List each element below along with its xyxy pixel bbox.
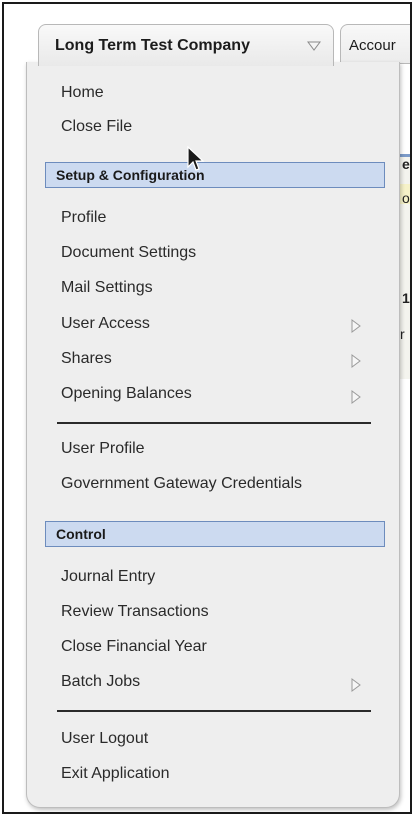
- section-header-setup: Setup & Configuration: [45, 162, 385, 188]
- company-menu-tab[interactable]: Long Term Test Company: [38, 24, 334, 66]
- menu-item-review-transactions[interactable]: Review Transactions: [61, 603, 209, 621]
- submenu-arrow-icon: [351, 390, 361, 404]
- menu-item-profile[interactable]: Profile: [61, 209, 106, 227]
- submenu-arrow-icon: [351, 319, 361, 333]
- menu-item-mail-settings[interactable]: Mail Settings: [61, 279, 153, 297]
- app-window: es o 1 r Long Term Test Company Accour H…: [2, 2, 412, 814]
- menu-item-user-profile[interactable]: User Profile: [61, 440, 145, 458]
- tab-accounts-label: Accour: [349, 37, 396, 54]
- tab-bar: Long Term Test Company Accour: [4, 4, 410, 66]
- company-name: Long Term Test Company: [55, 37, 250, 54]
- submenu-arrow-icon: [351, 354, 361, 368]
- menu-item-journal-entry[interactable]: Journal Entry: [61, 568, 155, 586]
- section-header-control: Control: [45, 521, 385, 547]
- submenu-arrow-icon: [351, 678, 361, 692]
- dropdown-arrow-icon[interactable]: [307, 41, 321, 51]
- menu-item-opening-balances[interactable]: Opening Balances: [61, 385, 192, 403]
- background-fragment-2: o: [402, 190, 410, 206]
- section-header-setup-label: Setup & Configuration: [56, 167, 205, 183]
- tab-accounts[interactable]: Accour: [340, 24, 410, 64]
- menu-divider: [57, 710, 371, 712]
- menu-item-government-gateway-credentials[interactable]: Government Gateway Credentials: [61, 475, 302, 493]
- background-fragment-3: 1: [402, 290, 410, 306]
- background-fragment-4: r: [400, 326, 405, 342]
- menu-item-batch-jobs[interactable]: Batch Jobs: [61, 673, 140, 691]
- menu-item-user-access[interactable]: User Access: [61, 315, 150, 333]
- mouse-cursor-icon: [187, 146, 205, 171]
- menu-item-document-settings[interactable]: Document Settings: [61, 244, 196, 262]
- menu-divider: [57, 422, 371, 424]
- section-header-control-label: Control: [56, 526, 106, 542]
- menu-item-home[interactable]: Home: [61, 84, 104, 102]
- menu-item-user-logout[interactable]: User Logout: [61, 730, 148, 748]
- menu-item-shares[interactable]: Shares: [61, 350, 112, 368]
- menu-item-exit-application[interactable]: Exit Application: [61, 765, 170, 783]
- menu-item-close-financial-year[interactable]: Close Financial Year: [61, 638, 207, 656]
- background-fragment-1: es: [402, 156, 410, 172]
- company-dropdown-menu: Home Close File Setup & Configuration Pr…: [26, 62, 400, 808]
- menu-item-close-file[interactable]: Close File: [61, 118, 132, 136]
